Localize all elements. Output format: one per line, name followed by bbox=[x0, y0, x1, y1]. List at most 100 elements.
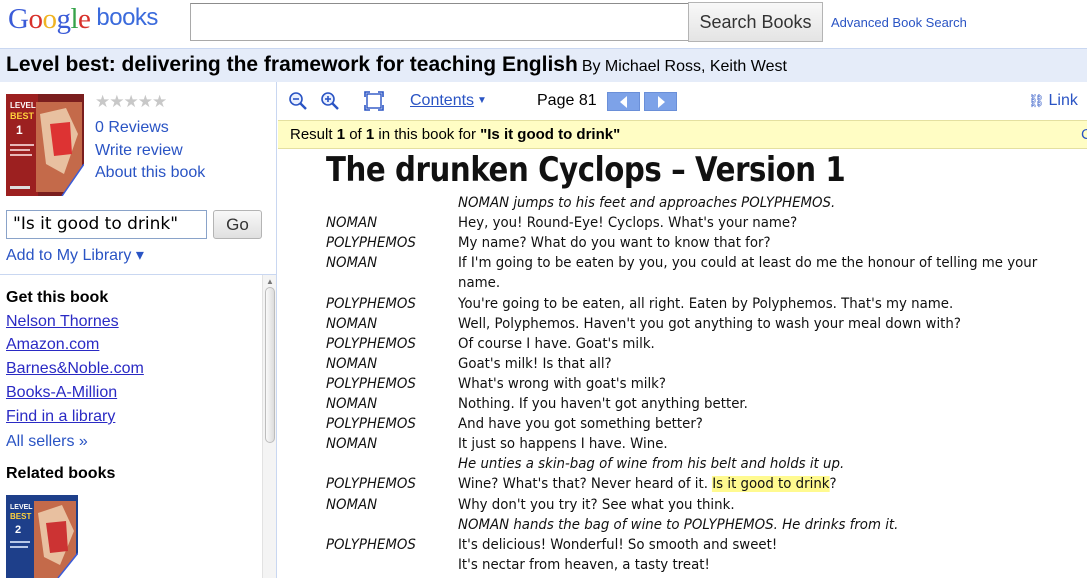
stage-direction: NOMAN hands the bag of wine to POLYPHEMO… bbox=[458, 516, 899, 533]
script-line: NOMAN Nothing. If you haven't got anythin… bbox=[278, 396, 1087, 416]
dialogue-text: Well, Polyphemos. Haven't you got anythi… bbox=[458, 315, 961, 332]
add-to-library-link[interactable]: Add to My Library ▾ bbox=[6, 245, 144, 265]
speaker-name: POLYPHEMOS bbox=[326, 476, 416, 493]
svg-text:BEST: BEST bbox=[10, 512, 31, 521]
book-title-bar: Level best: delivering the framework for… bbox=[0, 48, 1087, 82]
dialogue-text: name. bbox=[458, 275, 501, 292]
advanced-book-search-link[interactable]: Advanced Book Search bbox=[831, 15, 967, 30]
seller-link[interactable]: Barnes&Noble.com bbox=[6, 360, 144, 378]
all-sellers-link[interactable]: All sellers » bbox=[6, 433, 88, 451]
script-line: NOMAN Goat's milk! Is that all? bbox=[278, 356, 1087, 376]
script-line: It's nectar from heaven, a tasty treat! bbox=[278, 557, 1087, 577]
logo-letter: G bbox=[8, 3, 29, 35]
search-in-book-input[interactable]: "Is it good to drink" bbox=[6, 210, 207, 239]
script-line: NOMAN It just so happens I have. Wine. bbox=[278, 436, 1087, 456]
dialogue-text: My name? What do you want to know that f… bbox=[458, 235, 771, 252]
seller-link[interactable]: Books-A-Million bbox=[6, 384, 117, 402]
previous-page-button[interactable] bbox=[607, 92, 640, 111]
logo-letter: l bbox=[70, 3, 79, 35]
link-button[interactable]: ⛓ Link bbox=[1028, 92, 1078, 110]
book-cover[interactable]: LEVEL BEST 1 bbox=[6, 94, 84, 196]
search-highlight: Is it good to drink bbox=[712, 476, 830, 493]
svg-text:LEVEL: LEVEL bbox=[10, 101, 36, 110]
seller-link[interactable]: Amazon.com bbox=[6, 336, 99, 354]
write-review-link[interactable]: Write review bbox=[95, 142, 183, 160]
svg-text:1: 1 bbox=[16, 123, 23, 137]
speaker-name: POLYPHEMOS bbox=[326, 416, 416, 433]
contents-dropdown[interactable]: Contents ▼ bbox=[410, 92, 487, 110]
zoom-out-icon[interactable] bbox=[288, 91, 308, 111]
script-line: POLYPHEMOS And have you got something bet… bbox=[278, 416, 1087, 436]
zoom-in-icon[interactable] bbox=[320, 91, 340, 111]
scrollbar-thumb[interactable] bbox=[265, 287, 275, 443]
sidebar-scrollbar[interactable]: ▲ bbox=[262, 275, 276, 578]
script-line: POLYPHEMOS Of course I have. Goat's milk. bbox=[278, 336, 1087, 356]
search-input[interactable] bbox=[190, 3, 689, 41]
logo-letter: o bbox=[28, 3, 43, 35]
chain-link-icon: ⛓ bbox=[1028, 93, 1045, 108]
contents-label: Contents bbox=[410, 92, 475, 109]
speaker-name: NOMAN bbox=[326, 215, 378, 232]
svg-text:LEVEL: LEVEL bbox=[10, 504, 33, 511]
dialogue-text-after: ? bbox=[829, 476, 837, 493]
script-line: NOMAN hands the bag of wine to POLYPHEMO… bbox=[278, 517, 1087, 537]
speaker-name: POLYPHEMOS bbox=[326, 375, 416, 392]
chevron-down-icon: ▼ bbox=[477, 95, 487, 106]
dialogue-text-before: Wine? What's that? Never heard of it. bbox=[458, 476, 713, 493]
google-books-logo[interactable]: Google books bbox=[8, 3, 158, 36]
clear-search-link[interactable]: C bbox=[1081, 126, 1087, 143]
dialogue-text: It's delicious! Wonderful! So smooth and… bbox=[458, 536, 778, 553]
script-line: He unties a skin-bag of wine from his be… bbox=[278, 456, 1087, 476]
script-line: NOMAN Why don't you try it? See what you … bbox=[278, 497, 1087, 517]
dialogue-text: It just so happens I have. Wine. bbox=[458, 436, 668, 453]
fullscreen-icon[interactable] bbox=[364, 91, 384, 111]
book-title: Level best: delivering the framework for… bbox=[6, 53, 578, 76]
sidebar: LEVEL BEST 1 ★★★★★ 0 Reviews Write revie… bbox=[0, 82, 277, 578]
next-page-button[interactable] bbox=[644, 92, 677, 111]
speaker-name: POLYPHEMOS bbox=[326, 335, 416, 352]
logo-letter: e bbox=[78, 3, 91, 35]
reviews-link[interactable]: 0 Reviews bbox=[95, 119, 169, 137]
rating-stars[interactable]: ★★★★★ bbox=[95, 92, 167, 112]
logo-letter: g bbox=[56, 3, 71, 35]
script-line: POLYPHEMOS You're going to be eaten, all … bbox=[278, 296, 1087, 316]
result-query: "Is it good to drink" bbox=[480, 126, 621, 143]
script-line: NOMAN If I'm going to be eaten by you, yo… bbox=[278, 255, 1087, 275]
script-line: POLYPHEMOS What's wrong with goat's milk? bbox=[278, 376, 1087, 396]
about-book-link[interactable]: About this book bbox=[95, 164, 205, 182]
result-of: of bbox=[349, 126, 362, 143]
script-line: POLYPHEMOS My name? What do you want to k… bbox=[278, 235, 1087, 255]
dialogue-text: If I'm going to be eaten by you, you cou… bbox=[458, 255, 1038, 272]
speaker-name: NOMAN bbox=[326, 355, 378, 372]
svg-text:BEST: BEST bbox=[10, 111, 35, 121]
stage-direction: NOMAN jumps to his feet and approaches P… bbox=[458, 195, 836, 211]
logo-books-text: books bbox=[96, 4, 158, 31]
dialogue-text: Nothing. If you haven't got anything bet… bbox=[458, 396, 748, 412]
dialogue-text: What's wrong with goat's milk? bbox=[458, 375, 666, 392]
viewer-toolbar: Contents ▼ Page 81 ⛓ Link bbox=[278, 82, 1087, 120]
page-heading: The drunken Cyclops – Version 1 bbox=[326, 150, 846, 190]
dialogue-text: Goat's milk! Is that all? bbox=[458, 355, 612, 372]
go-button[interactable]: Go bbox=[213, 210, 262, 239]
arrow-right-icon bbox=[658, 96, 665, 108]
search-result-bar: Result 1 of 1 in this book for "Is it go… bbox=[278, 120, 1087, 149]
get-this-book-heading: Get this book bbox=[6, 289, 109, 306]
script-line: NOMAN Hey, you! Round-Eye! Cyclops. What'… bbox=[278, 215, 1087, 235]
speaker-name: NOMAN bbox=[326, 496, 378, 513]
logo-letter: o bbox=[42, 3, 57, 35]
speaker-name: POLYPHEMOS bbox=[326, 235, 416, 252]
svg-text:2: 2 bbox=[15, 524, 21, 536]
related-book-cover[interactable]: LEVEL BEST 2 bbox=[6, 495, 78, 578]
dialogue-text: Of course I have. Goat's milk. bbox=[458, 335, 655, 352]
find-in-library-link[interactable]: Find in a library bbox=[6, 408, 115, 426]
speaker-name: NOMAN bbox=[326, 436, 378, 453]
result-middle: in this book for bbox=[378, 126, 476, 143]
scroll-up-arrow-icon[interactable]: ▲ bbox=[266, 277, 274, 286]
dialogue-text: And have you got something better? bbox=[458, 416, 703, 433]
dialogue-text: It's nectar from heaven, a tasty treat! bbox=[458, 556, 710, 573]
speaker-name: POLYPHEMOS bbox=[326, 295, 416, 312]
seller-link[interactable]: Nelson Thornes bbox=[6, 313, 119, 331]
speaker-name: NOMAN bbox=[326, 396, 378, 412]
search-books-button[interactable]: Search Books bbox=[688, 2, 823, 42]
related-books-heading: Related books bbox=[6, 465, 116, 482]
